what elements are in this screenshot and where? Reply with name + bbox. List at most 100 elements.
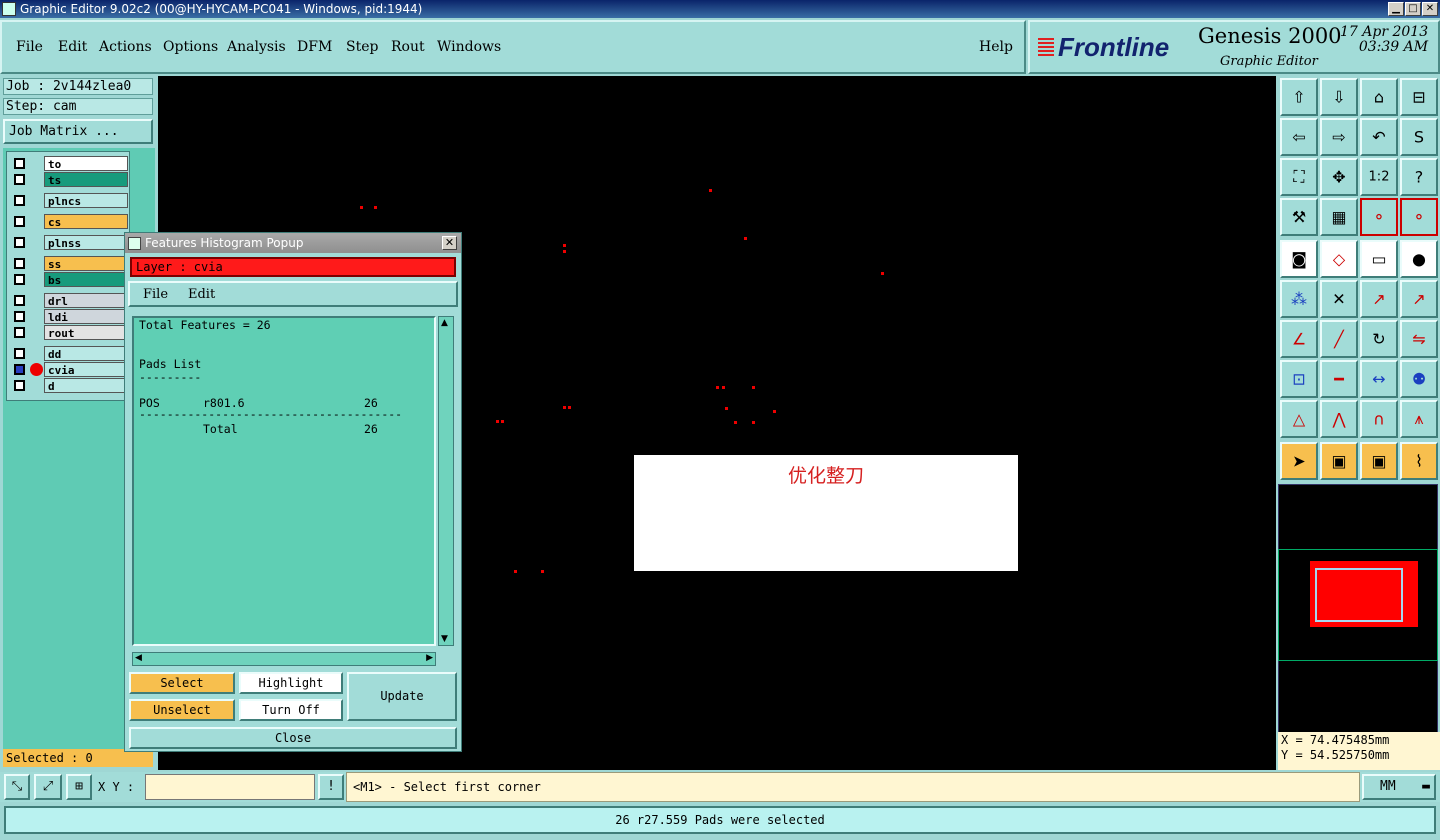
xy-input[interactable] [145,774,315,800]
tools-palette-icon[interactable]: ⚒ [1280,198,1318,236]
layer-row-rout[interactable]: rout [9,325,129,340]
layer-row-bs[interactable]: bs [9,272,129,287]
snake-icon[interactable]: S [1400,118,1438,156]
import-icon[interactable]: ⇦ [1280,118,1318,156]
warning-icon[interactable]: ! [318,774,344,800]
layer-name[interactable]: ss [44,256,128,271]
popup-menu-file[interactable]: File [143,287,168,302]
layer-name[interactable]: ldi [44,309,128,324]
layer-row-plnss[interactable]: plnss [9,235,129,250]
layer-checkbox[interactable] [14,295,25,306]
layer-row-ts[interactable]: ts [9,172,129,187]
net-analyze-icon[interactable]: ⚬ [1400,198,1438,236]
layer-name[interactable]: plncs [44,193,128,208]
layer-row-to[interactable]: to [9,156,129,171]
open-icon[interactable]: ⇧ [1280,78,1318,116]
layer-checkbox[interactable] [14,311,25,322]
pad-move-icon[interactable]: ⊡ [1280,360,1318,398]
mirror-icon[interactable]: ⇋ [1400,320,1438,358]
rotate-icon[interactable]: ↻ [1360,320,1398,358]
layer-name[interactable]: ts [44,172,128,187]
layer-name[interactable]: drl [44,293,128,308]
menu-edit[interactable]: Edit [58,39,87,55]
scale-1-2-icon[interactable]: 1:2 [1360,158,1398,196]
update-button[interactable]: Update [347,672,457,721]
arch-cross-icon[interactable]: ⩚ [1400,400,1438,438]
scroll-up-icon[interactable]: ▲ [441,318,448,328]
net-connect-icon[interactable]: ⚬ [1360,198,1398,236]
layer-name[interactable]: dd [44,346,128,361]
pointer-frame-icon[interactable]: ▣ [1360,442,1398,480]
layer-checkbox[interactable] [14,364,25,375]
layer-row-ss[interactable]: ss [9,256,129,271]
pads-group-icon[interactable]: ⚉ [1400,360,1438,398]
layer-row-d[interactable]: d [9,378,129,393]
scroll-left-icon[interactable]: ◀ [135,653,142,663]
layer-checkbox[interactable] [14,174,25,185]
menu-actions[interactable]: Actions [99,39,152,55]
route-path-icon[interactable]: ⌇ [1400,442,1438,480]
close-window-button[interactable]: ✕ [1422,2,1438,16]
layer-checkbox[interactable] [14,274,25,285]
unselect-button[interactable]: Unselect [129,699,235,721]
arc-point-icon[interactable]: ↗ [1400,280,1438,318]
scroll-right-icon[interactable]: ▶ [426,653,433,663]
layer-name[interactable]: cvia [44,362,128,377]
cross-icon[interactable]: ✕ [1320,280,1358,318]
layer-checkbox[interactable] [14,327,25,338]
grid-snap-icon[interactable]: ⊞ [66,774,92,800]
overview-map[interactable] [1278,484,1438,734]
menu-analysis[interactable]: Analysis [227,39,286,55]
zoom-area-icon[interactable]: ⤡ [4,774,30,800]
turn-off-button[interactable]: Turn Off [239,699,343,721]
horizontal-scrollbar[interactable]: ◀ ▶ [132,652,436,666]
layer-checkbox[interactable] [14,195,25,206]
surface-icon[interactable]: ● [1400,240,1438,278]
menu-rout[interactable]: Rout [391,39,425,55]
zoom-fit-icon[interactable]: ⛶ [1280,158,1318,196]
layer-name[interactable]: cs [44,214,128,229]
layer-row-ldi[interactable]: ldi [9,309,129,324]
window-split-icon[interactable]: ⊟ [1400,78,1438,116]
line-point-icon[interactable]: ↗ [1360,280,1398,318]
close-button[interactable]: Close [129,727,457,749]
menu-help[interactable]: Help [979,39,1013,55]
popup-close-icon[interactable]: ✕ [442,236,457,250]
layer-checkbox[interactable] [14,237,25,248]
units-select[interactable]: MM ▬ [1362,774,1436,800]
connect-pads-icon[interactable]: ⁂ [1280,280,1318,318]
highlight-button[interactable]: Highlight [239,672,343,694]
menu-file[interactable]: File [16,39,43,55]
menu-step[interactable]: Step [346,39,378,55]
zoom-select-icon[interactable]: ⤢ [34,774,62,800]
menu-windows[interactable]: Windows [437,39,501,55]
maximize-button[interactable]: □ [1405,2,1421,16]
grid-icon[interactable]: ▦ [1320,198,1358,236]
angle-icon[interactable]: ∠ [1280,320,1318,358]
layer-row-dd[interactable]: dd [9,346,129,361]
pointer-icon[interactable]: ➤ [1280,442,1318,480]
job-matrix-button[interactable]: Job Matrix ... [3,119,153,144]
layer-row-drl[interactable]: drl [9,293,129,308]
menu-options[interactable]: Options [163,39,218,55]
scroll-down-icon[interactable]: ▼ [441,634,448,644]
layer-checkbox[interactable] [14,216,25,227]
layer-checkbox[interactable] [14,258,25,269]
layer-row-cs[interactable]: cs [9,214,129,229]
measure-icon[interactable]: ↔ [1360,360,1398,398]
pointer-box-icon[interactable]: ▣ [1320,442,1358,480]
layer-row-plncs[interactable]: plncs [9,193,129,208]
arch-icon[interactable]: ∩ [1360,400,1398,438]
layer-row-cvia[interactable]: cvia [9,362,129,377]
help-query-icon[interactable]: ? [1400,158,1438,196]
ruler-icon[interactable]: ▭ [1360,240,1398,278]
undo-icon[interactable]: ↶ [1360,118,1398,156]
export-icon[interactable]: ⇨ [1320,118,1358,156]
line-draw-icon[interactable]: ╱ [1320,320,1358,358]
minimize-button[interactable]: ▁ [1388,2,1404,16]
peak-icon[interactable]: ⋀ [1320,400,1358,438]
layer-name[interactable]: rout [44,325,128,340]
save-icon[interactable]: ⇩ [1320,78,1358,116]
menu-dfm[interactable]: DFM [297,39,332,55]
home-icon[interactable]: ⌂ [1360,78,1398,116]
